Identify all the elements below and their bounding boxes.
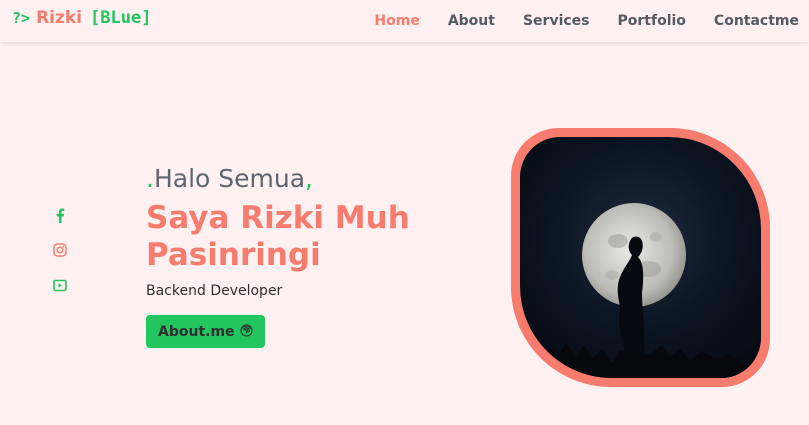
- about-me-button[interactable]: About.me: [146, 315, 265, 348]
- fingerprint-icon: [239, 322, 253, 341]
- profile-photo: [520, 137, 761, 378]
- navbar: ?> Rizki [BLue] Home About Services Port…: [0, 0, 809, 42]
- brand-logo[interactable]: ?> Rizki [BLue]: [12, 8, 151, 28]
- hero-greeting: .Halo Semua,: [146, 162, 446, 196]
- brand-tag: [BLue]: [90, 8, 152, 28]
- greeting-comma: ,: [305, 164, 313, 193]
- youtube-icon[interactable]: [52, 277, 67, 293]
- brand-name: Rizki: [36, 8, 83, 28]
- facebook-icon[interactable]: [52, 207, 67, 223]
- greeting-text: Halo Semua: [153, 164, 306, 193]
- nav-link-contactme[interactable]: Contactme: [714, 13, 799, 29]
- nav-link-services[interactable]: Services: [523, 13, 590, 29]
- brand-symbol: ?>: [12, 9, 31, 27]
- hero-role: Backend Developer: [146, 283, 283, 299]
- about-me-button-label: About.me: [158, 323, 235, 340]
- profile-photo-frame: [511, 128, 770, 387]
- nav-link-about[interactable]: About: [448, 13, 495, 29]
- nav-link-portfolio[interactable]: Portfolio: [618, 13, 686, 29]
- social-links: [52, 207, 67, 293]
- instagram-icon[interactable]: [52, 242, 67, 258]
- nav-links: Home About Services Portfolio Contactme: [374, 0, 799, 42]
- nav-link-home[interactable]: Home: [374, 13, 419, 29]
- hero-name: Saya Rizki Muh Pasinringi: [146, 200, 410, 273]
- greeting-dot: .: [146, 164, 154, 193]
- hero-section: .Halo Semua, Saya Rizki Muh Pasinringi B…: [146, 162, 446, 348]
